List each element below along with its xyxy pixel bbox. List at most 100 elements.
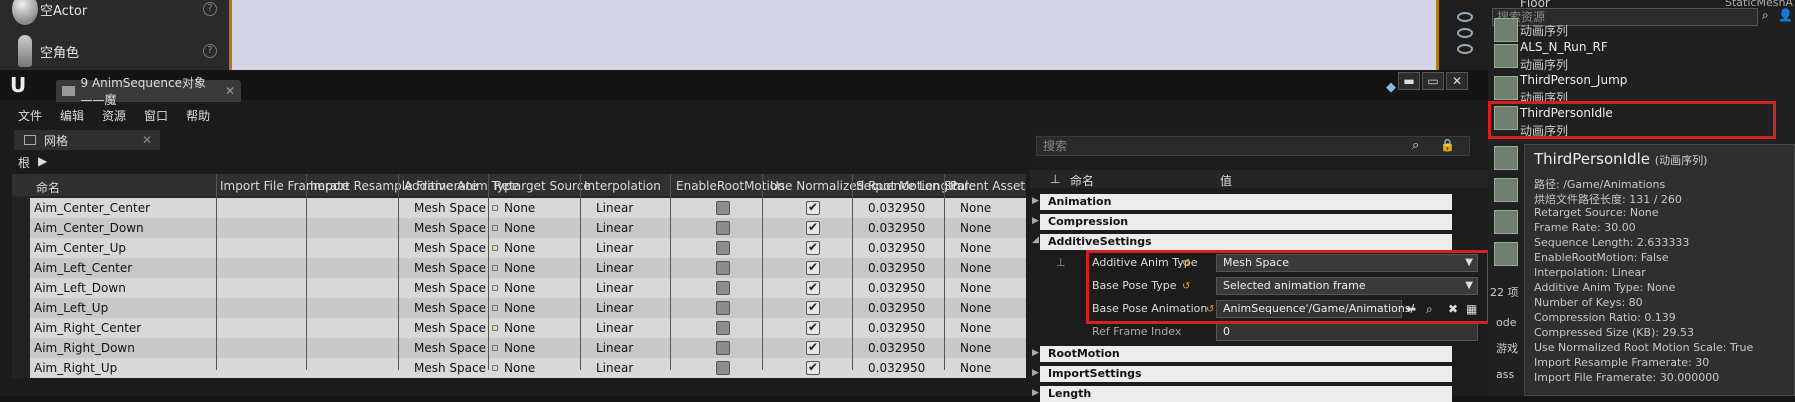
- chevron-right-icon[interactable]: ▶: [38, 154, 47, 171]
- cell-additive[interactable]: Mesh Space: [414, 341, 486, 355]
- cell-interp[interactable]: Linear: [596, 321, 633, 335]
- cell-length[interactable]: 0.032950: [868, 361, 925, 375]
- cell-interp[interactable]: Linear: [596, 341, 633, 355]
- expand-arrow-icon[interactable]: ▶: [1032, 196, 1039, 206]
- ref-frame-index-field[interactable]: 0: [1216, 323, 1478, 341]
- cell-retarget[interactable]: None: [504, 221, 535, 235]
- row-handle[interactable]: [12, 338, 30, 358]
- column-header-interpolation[interactable]: Interpolation: [584, 179, 661, 193]
- column-divider[interactable]: [944, 174, 945, 370]
- normalized-root-motion-checkbox[interactable]: [806, 200, 820, 215]
- category-compression[interactable]: Compression: [1040, 214, 1452, 230]
- cell-parent[interactable]: None: [960, 241, 991, 255]
- expand-arrow-icon[interactable]: ▶: [1032, 348, 1039, 358]
- normalized-root-motion-checkbox[interactable]: [806, 220, 820, 235]
- cell-length[interactable]: 0.032950: [868, 261, 925, 275]
- column-divider[interactable]: [398, 174, 399, 370]
- cell-interp[interactable]: Linear: [596, 221, 633, 235]
- expand-arrow-icon[interactable]: ▶: [1032, 216, 1039, 226]
- cell-additive[interactable]: Mesh Space: [414, 301, 486, 315]
- expand-arrow-icon[interactable]: ▶: [1032, 368, 1039, 378]
- asset-link-icon[interactable]: [492, 245, 498, 251]
- cell-length[interactable]: 0.032950: [868, 301, 925, 315]
- asset-link-icon[interactable]: [492, 305, 498, 311]
- row-handle[interactable]: [12, 198, 30, 218]
- cell-additive[interactable]: Mesh Space: [414, 221, 486, 235]
- cell-parent[interactable]: None: [960, 201, 991, 215]
- level-viewport[interactable]: [229, 0, 1439, 70]
- close-button[interactable]: ✕: [1446, 72, 1468, 90]
- cell-name[interactable]: Aim_Left_Center: [34, 261, 132, 275]
- cell-name[interactable]: Aim_Left_Down: [34, 281, 126, 295]
- cell-name[interactable]: Aim_Right_Up: [34, 361, 117, 375]
- cell-length[interactable]: 0.032950: [868, 241, 925, 255]
- row-handle[interactable]: [12, 278, 30, 298]
- normalized-root-motion-checkbox[interactable]: [806, 320, 820, 335]
- category-additive-settings[interactable]: AdditiveSettings: [1040, 234, 1452, 250]
- column-divider[interactable]: [852, 174, 853, 370]
- cell-additive[interactable]: Mesh Space: [414, 241, 486, 255]
- cell-interp[interactable]: Linear: [596, 241, 633, 255]
- cell-name[interactable]: Aim_Center_Center: [34, 201, 150, 215]
- category-import-settings[interactable]: ImportSettings: [1040, 366, 1452, 382]
- cell-parent[interactable]: None: [960, 301, 991, 315]
- table-row[interactable]: Aim_Right_Up Mesh Space None Linear 0.032950…: [12, 358, 1026, 378]
- enable-root-motion-checkbox[interactable]: [716, 321, 730, 335]
- enable-root-motion-checkbox[interactable]: [716, 361, 730, 375]
- cell-length[interactable]: 0.032950: [868, 321, 925, 335]
- eye-icon[interactable]: [1457, 28, 1473, 38]
- row-handle[interactable]: [12, 218, 30, 238]
- normalized-root-motion-checkbox[interactable]: [806, 300, 820, 315]
- search-icon[interactable]: ⌕: [1762, 8, 1769, 23]
- asset-thumbnail-icon[interactable]: [1494, 210, 1518, 234]
- table-row[interactable]: Aim_Center_Down Mesh Space None Linear 0.032…: [12, 218, 1026, 238]
- table-row[interactable]: Aim_Right_Down Mesh Space None Linear 0.0329…: [12, 338, 1026, 358]
- table-row[interactable]: Aim_Left_Center Mesh Space None Linear 0.032…: [12, 258, 1026, 278]
- cell-length[interactable]: 0.032950: [868, 281, 925, 295]
- row-handle[interactable]: [12, 238, 30, 258]
- grid-panel-tab[interactable]: 网格 ✕: [14, 130, 160, 150]
- details-pin-icon[interactable]: ⊥: [1050, 172, 1060, 186]
- enable-root-motion-checkbox[interactable]: [716, 341, 730, 355]
- column-header-retarget[interactable]: Retarget Source: [494, 179, 591, 193]
- cell-retarget[interactable]: None: [504, 361, 535, 375]
- category-length[interactable]: Length: [1040, 386, 1452, 402]
- cell-retarget[interactable]: None: [504, 321, 535, 335]
- menu-help[interactable]: 帮助: [186, 107, 210, 124]
- asset-link-icon[interactable]: [492, 345, 498, 351]
- place-actor-character[interactable]: 空角色 ?: [0, 28, 229, 74]
- cell-length[interactable]: 0.032950: [868, 341, 925, 355]
- asset-thumbnail-icon[interactable]: [1494, 76, 1518, 100]
- expand-arrow-icon[interactable]: ▶: [1032, 388, 1039, 398]
- cell-interp[interactable]: Linear: [596, 261, 633, 275]
- cell-length[interactable]: 0.032950: [868, 221, 925, 235]
- details-search-input[interactable]: 搜索: [1036, 136, 1470, 156]
- row-handle[interactable]: [12, 258, 30, 278]
- close-tab-icon[interactable]: ✕: [225, 84, 235, 98]
- cell-additive[interactable]: Mesh Space: [414, 321, 486, 335]
- help-icon[interactable]: ?: [203, 44, 217, 58]
- asset-link-icon[interactable]: [492, 365, 498, 371]
- cell-name[interactable]: Aim_Left_Up: [34, 301, 108, 315]
- normalized-root-motion-checkbox[interactable]: [806, 280, 820, 295]
- close-panel-icon[interactable]: ✕: [142, 133, 152, 147]
- cell-name[interactable]: Aim_Center_Up: [34, 241, 126, 255]
- normalized-root-motion-checkbox[interactable]: [806, 360, 820, 375]
- cell-interp[interactable]: Linear: [596, 201, 633, 215]
- cell-retarget[interactable]: None: [504, 201, 535, 215]
- menu-edit[interactable]: 编辑: [60, 107, 84, 124]
- lock-icon[interactable]: 🔒: [1440, 138, 1455, 152]
- cell-additive[interactable]: Mesh Space: [414, 361, 486, 375]
- category-animation[interactable]: Animation: [1040, 194, 1452, 210]
- minimize-button[interactable]: ▬: [1398, 72, 1420, 90]
- table-row[interactable]: Aim_Right_Center Mesh Space None Linear 0.03…: [12, 318, 1026, 338]
- cell-interp[interactable]: Linear: [596, 301, 633, 315]
- cell-parent[interactable]: None: [960, 261, 991, 275]
- cell-interp[interactable]: Linear: [596, 281, 633, 295]
- cell-name[interactable]: Aim_Right_Center: [34, 321, 141, 335]
- asset-link-icon[interactable]: [492, 285, 498, 291]
- column-header-name[interactable]: 命名: [36, 179, 60, 196]
- menu-asset[interactable]: 资源: [102, 107, 126, 124]
- maximize-button[interactable]: ▭: [1422, 72, 1444, 90]
- eye-icon[interactable]: [1457, 12, 1473, 22]
